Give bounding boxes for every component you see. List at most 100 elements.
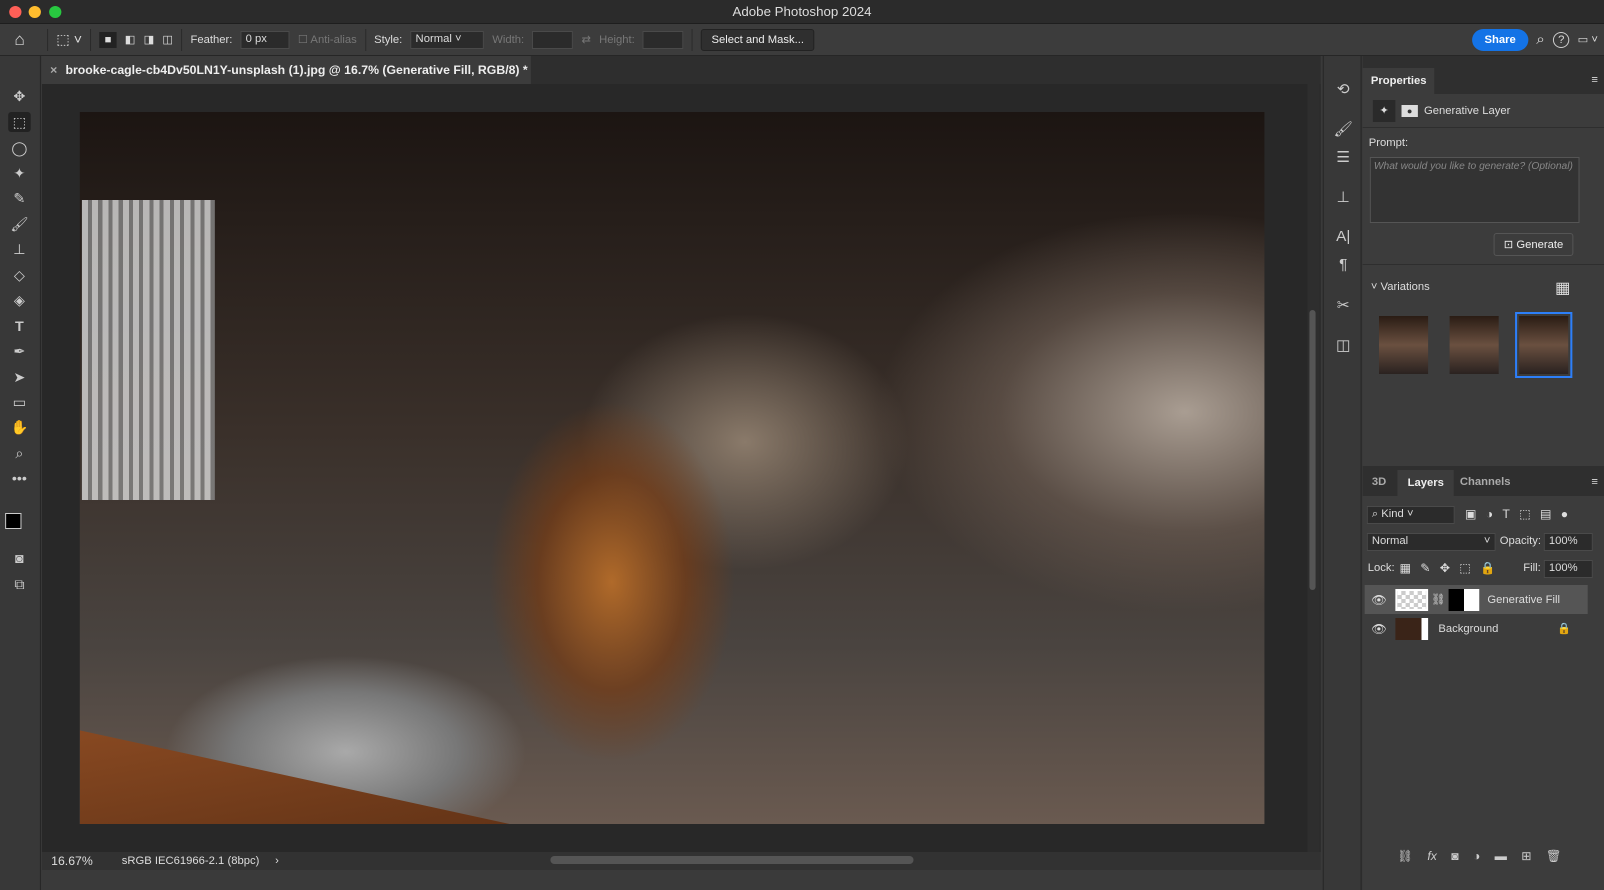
marquee-tool-icon[interactable]: ⬚ xyxy=(8,112,31,132)
delete-layer-icon[interactable]: 🗑 xyxy=(1546,849,1562,863)
width-input[interactable] xyxy=(532,30,574,49)
link-layers-icon[interactable]: ⛓ xyxy=(1397,849,1413,863)
variation-thumbnail-1[interactable] xyxy=(1379,316,1429,374)
pen-tool-icon[interactable]: ✒ xyxy=(8,341,31,361)
style-select[interactable]: Normal ˅ xyxy=(410,30,485,49)
feather-input[interactable]: 0 px xyxy=(240,30,290,49)
new-selection-icon[interactable]: ■ xyxy=(99,31,117,48)
add-mask-icon[interactable]: ◙ xyxy=(1451,849,1458,863)
image-filter-icon[interactable]: ▣ xyxy=(1465,507,1477,521)
height-input[interactable] xyxy=(642,30,684,49)
filter-toggle-icon[interactable]: ● xyxy=(1561,507,1568,521)
subtract-selection-icon[interactable]: ◨ xyxy=(144,33,155,46)
paragraph-icon[interactable]: ¶ xyxy=(1332,256,1355,273)
tools-icon[interactable]: ✂ xyxy=(1332,296,1355,314)
fill-label: Fill: xyxy=(1523,562,1541,574)
close-tab-icon[interactable]: × xyxy=(50,63,57,77)
layer-filter-select[interactable]: ⌕ Kind ˅ xyxy=(1366,506,1455,524)
fx-icon[interactable]: fx xyxy=(1427,849,1437,863)
link-icon[interactable]: ⛓ xyxy=(1431,593,1445,606)
type-filter-icon[interactable]: T xyxy=(1502,507,1510,521)
new-group-icon[interactable]: ▬ xyxy=(1495,849,1507,863)
zoom-level[interactable]: 16.67% xyxy=(51,852,93,870)
character-icon[interactable]: A| xyxy=(1332,228,1355,245)
lock-artboard-icon[interactable]: ⬚ xyxy=(1459,561,1471,575)
variations-header[interactable]: ˅ Variations xyxy=(1371,281,1430,293)
variation-thumbnail-3[interactable] xyxy=(1515,312,1573,378)
style-label: Style: xyxy=(374,33,403,46)
visibility-eye-icon[interactable]: 👁 xyxy=(1365,593,1394,607)
minimize-window-button[interactable] xyxy=(28,6,41,18)
adjustment-layer-icon[interactable]: ◑ xyxy=(1473,849,1480,863)
tab-channels[interactable]: Channels xyxy=(1460,476,1511,488)
move-tool-icon[interactable]: ✥ xyxy=(8,86,31,106)
quick-mask-icon[interactable]: ◙ xyxy=(8,548,31,568)
tab-layers[interactable]: Layers xyxy=(1397,470,1455,496)
add-selection-icon[interactable]: ◧ xyxy=(125,33,136,46)
hand-tool-icon[interactable]: ✋ xyxy=(8,417,31,437)
blend-mode-select[interactable]: Normal ˅ xyxy=(1366,533,1496,551)
paint-bucket-icon[interactable]: ◈ xyxy=(8,290,31,310)
adjustments-icon[interactable]: ☰ xyxy=(1332,148,1355,166)
swap-icon[interactable]: ⇄ xyxy=(581,33,590,46)
grid-view-icon[interactable]: ▦ xyxy=(1555,278,1570,298)
more-tools-icon[interactable]: ••• xyxy=(8,468,31,488)
status-expand-icon[interactable]: › xyxy=(275,852,279,870)
vertical-scroll-thumb[interactable] xyxy=(1309,310,1316,590)
generate-button[interactable]: ⊡ Generate xyxy=(1493,233,1574,256)
lock-transparency-icon[interactable]: ▦ xyxy=(1399,561,1411,575)
document-image[interactable] xyxy=(79,112,1265,824)
new-layer-icon[interactable]: ⊞ xyxy=(1521,849,1531,863)
panel-menu-icon[interactable]: ≡ xyxy=(1591,476,1598,488)
variation-thumbnail-2[interactable] xyxy=(1449,316,1499,374)
height-label: Height: xyxy=(599,33,635,46)
visibility-eye-icon[interactable]: 👁 xyxy=(1365,622,1394,636)
clone-source-icon[interactable]: ⊥ xyxy=(1332,188,1355,206)
width-label: Width: xyxy=(492,33,525,46)
fill-input[interactable]: 100% xyxy=(1543,560,1593,578)
panel-menu-icon[interactable]: ≡ xyxy=(1591,74,1598,86)
lock-pixels-icon[interactable]: ✎ xyxy=(1420,561,1430,575)
libraries-icon[interactable]: ◫ xyxy=(1332,336,1355,354)
lasso-tool-icon[interactable]: ◯ xyxy=(8,138,31,158)
rectangle-tool-icon[interactable]: ▭ xyxy=(8,392,31,412)
help-icon[interactable]: ? xyxy=(1553,31,1570,48)
eyedropper-icon[interactable]: ✎ xyxy=(8,188,31,208)
workspace-icon[interactable]: ▭ ˅ xyxy=(1578,33,1598,46)
tab-3d[interactable]: 3D xyxy=(1372,476,1386,488)
maximize-window-button[interactable] xyxy=(49,6,62,18)
home-icon[interactable]: ⌂ xyxy=(14,30,39,50)
type-tool-icon[interactable]: T xyxy=(8,316,31,336)
select-and-mask-button[interactable]: Select and Mask... xyxy=(701,28,815,51)
lock-all-icon[interactable]: 🔒 xyxy=(1480,561,1495,575)
shape-filter-icon[interactable]: ⬚ xyxy=(1519,507,1531,521)
layer-row-generative-fill[interactable]: 👁 ⛓ Generative Fill xyxy=(1364,585,1588,614)
screen-mode-icon[interactable]: ⧉ xyxy=(8,574,31,594)
prompt-textarea[interactable]: What would you like to generate? (Option… xyxy=(1369,157,1580,223)
marquee-preset-icon[interactable]: ⬚ ˅ xyxy=(56,31,82,48)
tab-properties[interactable]: Properties xyxy=(1362,68,1435,94)
adjustment-filter-icon[interactable]: ◑ xyxy=(1486,507,1493,521)
stamp-tool-icon[interactable]: ⊥ xyxy=(8,239,31,259)
layer-row-background[interactable]: 👁 Background 🔒 xyxy=(1365,614,1588,643)
eraser-icon[interactable]: ◇ xyxy=(8,265,31,285)
share-button[interactable]: Share xyxy=(1472,28,1529,51)
opacity-input[interactable]: 100% xyxy=(1543,533,1593,551)
antialias-checkbox[interactable]: ☐ Anti-alias xyxy=(298,33,357,46)
magic-wand-icon[interactable]: ✦ xyxy=(8,163,31,183)
history-icon[interactable]: ⟲ xyxy=(1332,80,1355,98)
lock-position-icon[interactable]: ✥ xyxy=(1440,561,1450,575)
smart-object-filter-icon[interactable]: ▤ xyxy=(1540,507,1552,521)
intersect-selection-icon[interactable]: ◫ xyxy=(162,33,173,46)
generate-label: Generate xyxy=(1516,239,1564,251)
close-window-button[interactable] xyxy=(9,6,22,18)
foreground-color-swatch[interactable] xyxy=(5,513,22,529)
zoom-tool-icon[interactable]: ⌕ xyxy=(8,443,31,463)
brush-settings-icon[interactable]: 🖌 xyxy=(1332,120,1355,138)
color-profile[interactable]: sRGB IEC61966-2.1 (8bpc) xyxy=(122,852,260,870)
horizontal-scroll-thumb[interactable] xyxy=(550,856,914,864)
document-tab[interactable]: × brooke-cagle-cb4Dv50LN1Y-unsplash (1).j… xyxy=(41,56,531,84)
brush-tool-icon[interactable]: 🖌 xyxy=(8,214,31,234)
path-select-icon[interactable]: ➤ xyxy=(8,367,31,387)
search-icon[interactable]: ⌕ xyxy=(1536,31,1545,48)
